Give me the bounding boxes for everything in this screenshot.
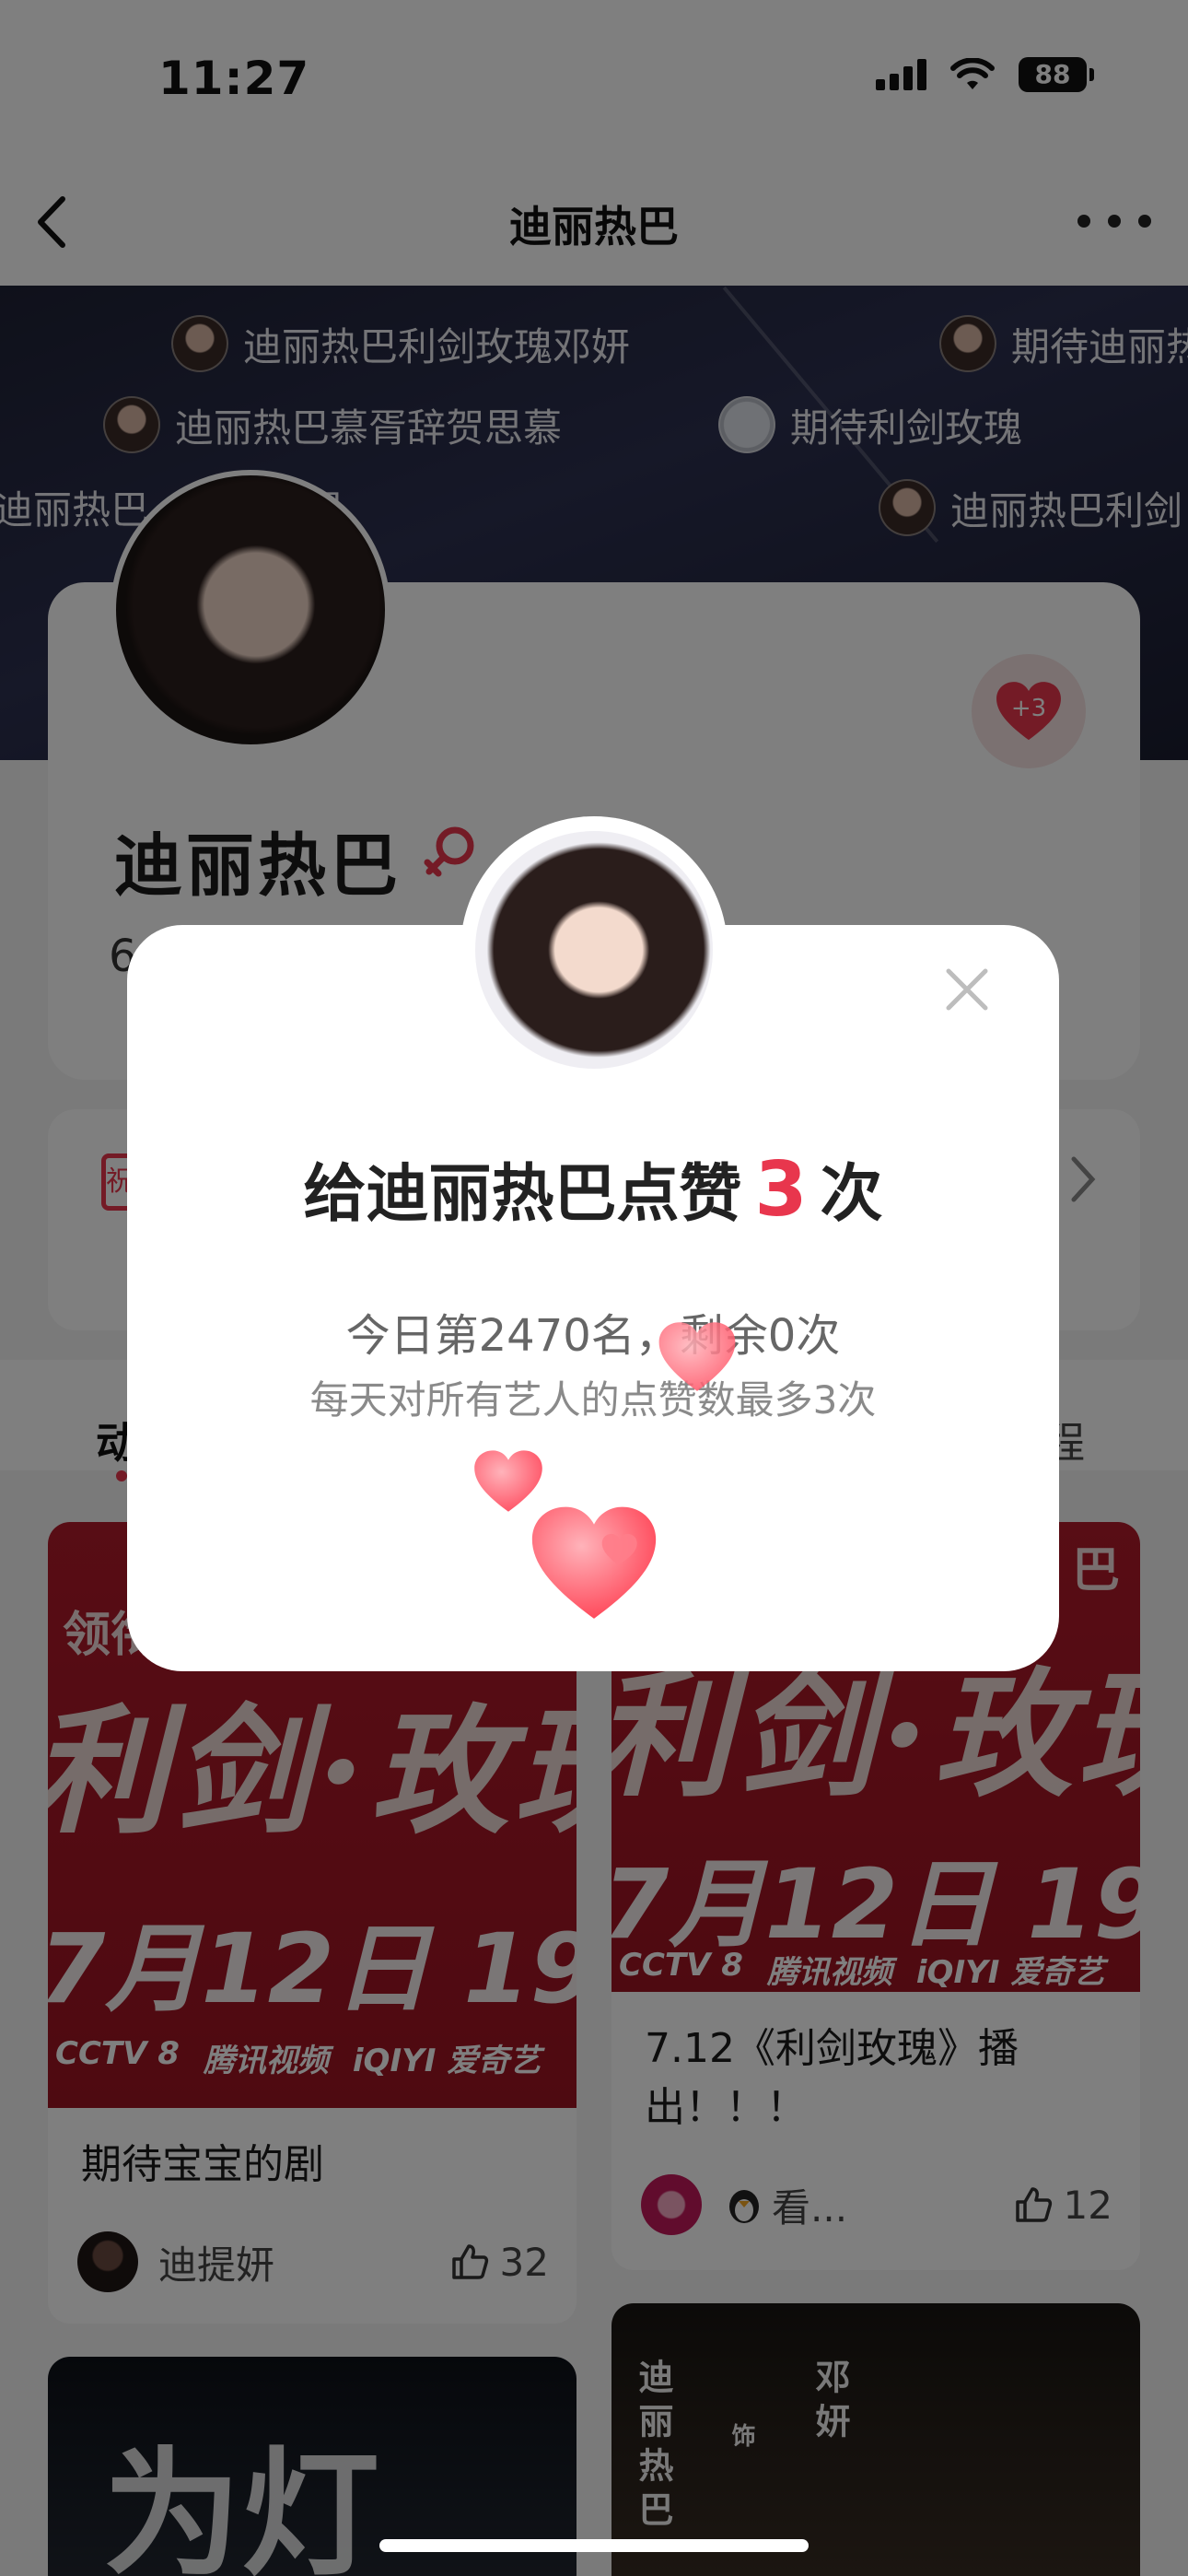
modal-avatar <box>475 831 713 1069</box>
floating-heart-icon <box>531 1506 657 1619</box>
like-count-highlight: 3 <box>754 1146 808 1234</box>
floating-heart-icon <box>658 1322 736 1391</box>
home-indicator <box>379 2539 809 2552</box>
close-icon[interactable] <box>939 962 995 1017</box>
modal-rank-text: 今日第2470名，剩余0次 <box>345 1310 841 1362</box>
modal-title: 给迪丽热巴点赞 3 次 <box>303 1146 883 1234</box>
modal-rule-text: 每天对所有艺人的点赞数最多3次 <box>309 1377 877 1423</box>
